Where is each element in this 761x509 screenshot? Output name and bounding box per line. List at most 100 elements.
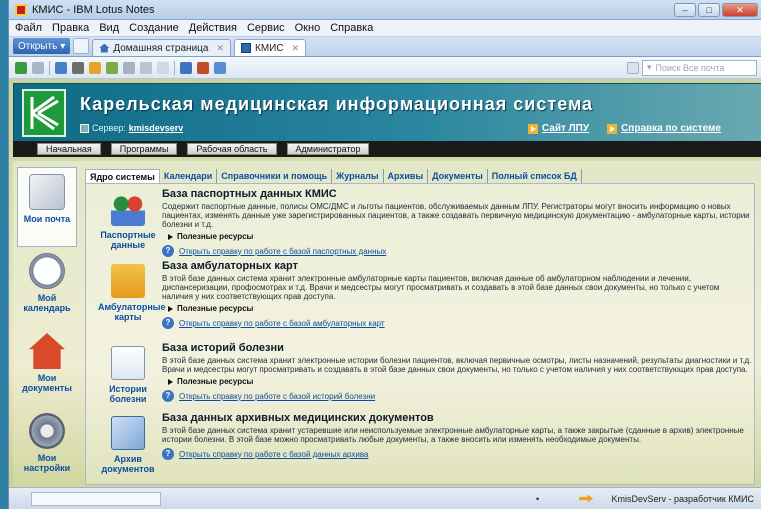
cut-icon[interactable]: [157, 61, 169, 74]
left-nav-settings-label: Мои настройки: [23, 453, 71, 473]
link-site-label: Сайт ЛПУ: [541, 123, 590, 134]
back-icon[interactable]: [32, 61, 44, 74]
search-placeholder: Поиск Все почта: [655, 62, 725, 73]
help-icon: ?: [162, 245, 174, 257]
link-site-lpu[interactable]: Сайт ЛПУ: [527, 123, 590, 134]
db-history-title[interactable]: База историй болезни: [162, 342, 752, 354]
workspace-icon[interactable]: [73, 38, 90, 54]
menu-file[interactable]: Файл: [15, 22, 42, 34]
tab-bar: Открыть ▾ Домашняя страница ✕ КМИС ✕: [9, 37, 761, 57]
search-icon: ▾: [647, 62, 652, 72]
server-link[interactable]: kmisdevserv: [129, 123, 184, 133]
refresh-icon[interactable]: [55, 61, 67, 74]
attachment-icon[interactable]: [197, 61, 209, 74]
maximize-button[interactable]: □: [698, 2, 720, 17]
db-passport-icon-block[interactable]: Паспортные данные: [98, 192, 158, 250]
left-nav: Мои почта Мой календарь Мои документы Мо…: [17, 167, 77, 487]
nav-programs[interactable]: Программы: [110, 143, 178, 155]
db-archive-title[interactable]: База данных архивных медицинских докумен…: [162, 412, 752, 424]
tab-archives[interactable]: Архивы: [384, 169, 429, 183]
document-icon: [111, 346, 145, 380]
tab-documents[interactable]: Документы: [428, 169, 488, 183]
tab-references[interactable]: Справочники и помощь: [217, 169, 333, 183]
tab-core[interactable]: Ядро системы: [85, 169, 160, 183]
nav-admin[interactable]: Администратор: [286, 143, 370, 155]
window-controls: – □ ✕: [674, 2, 758, 17]
server-info: Сервер: kmisdevserv: [80, 123, 183, 133]
copy-icon[interactable]: [123, 61, 135, 74]
gear-icon: [29, 413, 65, 449]
db-history-icon-block[interactable]: Истории болезни: [98, 346, 158, 404]
server-icon: [80, 123, 89, 133]
db-ambulatory-resources[interactable]: Полезные ресурсы: [162, 304, 752, 313]
section-tabs: Ядро системы Календари Справочники и пом…: [85, 169, 755, 183]
db-passport-help[interactable]: ? Открыть справку по работе с базой пасп…: [162, 245, 752, 257]
edit-icon[interactable]: [106, 61, 118, 74]
minimize-button[interactable]: –: [674, 2, 696, 17]
db-ambulatory-help-link[interactable]: Открыть справку по работе с базой амбула…: [179, 319, 385, 328]
nav-home[interactable]: Начальная: [37, 143, 101, 155]
left-nav-settings[interactable]: Мои настройки: [17, 407, 77, 487]
menu-window[interactable]: Окно: [295, 22, 321, 34]
db-ambulatory-help[interactable]: ? Открыть справку по работе с базой амбу…: [162, 317, 752, 329]
arrow-icon: [607, 123, 618, 134]
view-icon[interactable]: [214, 61, 226, 74]
db-archive-help-link[interactable]: Открыть справку по работе с базой данных…: [179, 450, 368, 459]
folder-icon: [111, 264, 145, 298]
menu-actions[interactable]: Действия: [189, 22, 237, 34]
db-passport-title[interactable]: База паспортных данных КМИС: [162, 188, 752, 200]
db-passport-resources[interactable]: Полезные ресурсы: [162, 232, 752, 241]
kmis-logo: [22, 89, 66, 137]
arrow-right-icon[interactable]: [579, 494, 594, 503]
menu-tools[interactable]: Сервис: [247, 22, 285, 34]
title-bar: КМИС - IBM Lotus Notes – □ ✕: [9, 0, 761, 20]
db-history-help[interactable]: ? Открыть справку по работе с базой исто…: [162, 390, 752, 402]
mail-icon: [29, 174, 65, 210]
menu-help[interactable]: Справка: [330, 22, 373, 34]
download-icon[interactable]: [15, 61, 27, 74]
db-history-icon-label: Истории болезни: [109, 384, 147, 404]
status-text: KmisDevServ - разработчик КМИС: [611, 493, 754, 504]
open-button[interactable]: Открыть ▾: [13, 38, 71, 54]
left-nav-mail[interactable]: Мои почта: [17, 167, 77, 247]
tab-kmis[interactable]: КМИС ✕: [234, 39, 307, 56]
db-history-help-link[interactable]: Открыть справку по работе с базой истори…: [179, 392, 375, 401]
status-field: [31, 491, 161, 506]
db-passport-help-link[interactable]: Открыть справку по работе с базой паспор…: [179, 247, 386, 256]
left-nav-mail-label: Мои почта: [23, 214, 71, 224]
tab-home[interactable]: Домашняя страница ✕: [92, 39, 231, 56]
star-icon[interactable]: [89, 61, 101, 74]
db-history-text: База историй болезни В этой базе данных …: [162, 342, 752, 402]
print-icon[interactable]: [72, 61, 84, 74]
paste-icon[interactable]: [140, 61, 152, 74]
close-tab-icon[interactable]: ✕: [292, 43, 300, 54]
close-tab-icon[interactable]: ✕: [216, 43, 224, 54]
menu-edit[interactable]: Правка: [52, 22, 89, 34]
search-input[interactable]: ▾ Поиск Все почта: [642, 59, 757, 76]
toolbar: ▾ Поиск Все почта: [9, 57, 761, 79]
left-nav-documents[interactable]: Мои документы: [17, 327, 77, 407]
menu-view[interactable]: Вид: [99, 22, 119, 34]
menu-create[interactable]: Создание: [129, 22, 179, 34]
db-archive-icon-block[interactable]: Архив документов: [98, 416, 158, 474]
db-ambulatory-icon-block[interactable]: Амбулаторные карты: [98, 264, 166, 322]
main-nav: Начальная Программы Рабочая область Адми…: [13, 141, 761, 157]
search-scope-icon[interactable]: [627, 61, 639, 74]
db-archive-help[interactable]: ? Открыть справку по работе с базой данн…: [162, 448, 752, 460]
find-icon[interactable]: [180, 61, 192, 74]
status-bar: • KmisDevServ - разработчик КМИС: [9, 487, 761, 509]
tab-journals[interactable]: Журналы: [332, 169, 384, 183]
db-ambulatory-title[interactable]: База амбулаторных карт: [162, 260, 752, 272]
nav-workspace[interactable]: Рабочая область: [187, 143, 277, 155]
house-icon: [29, 333, 65, 369]
tab-calendars[interactable]: Календари: [160, 169, 218, 183]
tab-all-db[interactable]: Полный список БД: [488, 169, 582, 183]
help-icon: ?: [162, 390, 174, 402]
logo-icon: [30, 95, 59, 131]
main-body: Мои почта Мой календарь Мои документы Мо…: [13, 161, 761, 487]
link-system-help[interactable]: Справка по системе: [607, 123, 721, 134]
db-history-resources[interactable]: Полезные ресурсы: [162, 377, 752, 386]
left-nav-calendar[interactable]: Мой календарь: [17, 247, 77, 327]
tab-home-label: Домашняя страница: [113, 42, 209, 54]
close-button[interactable]: ✕: [722, 2, 758, 17]
